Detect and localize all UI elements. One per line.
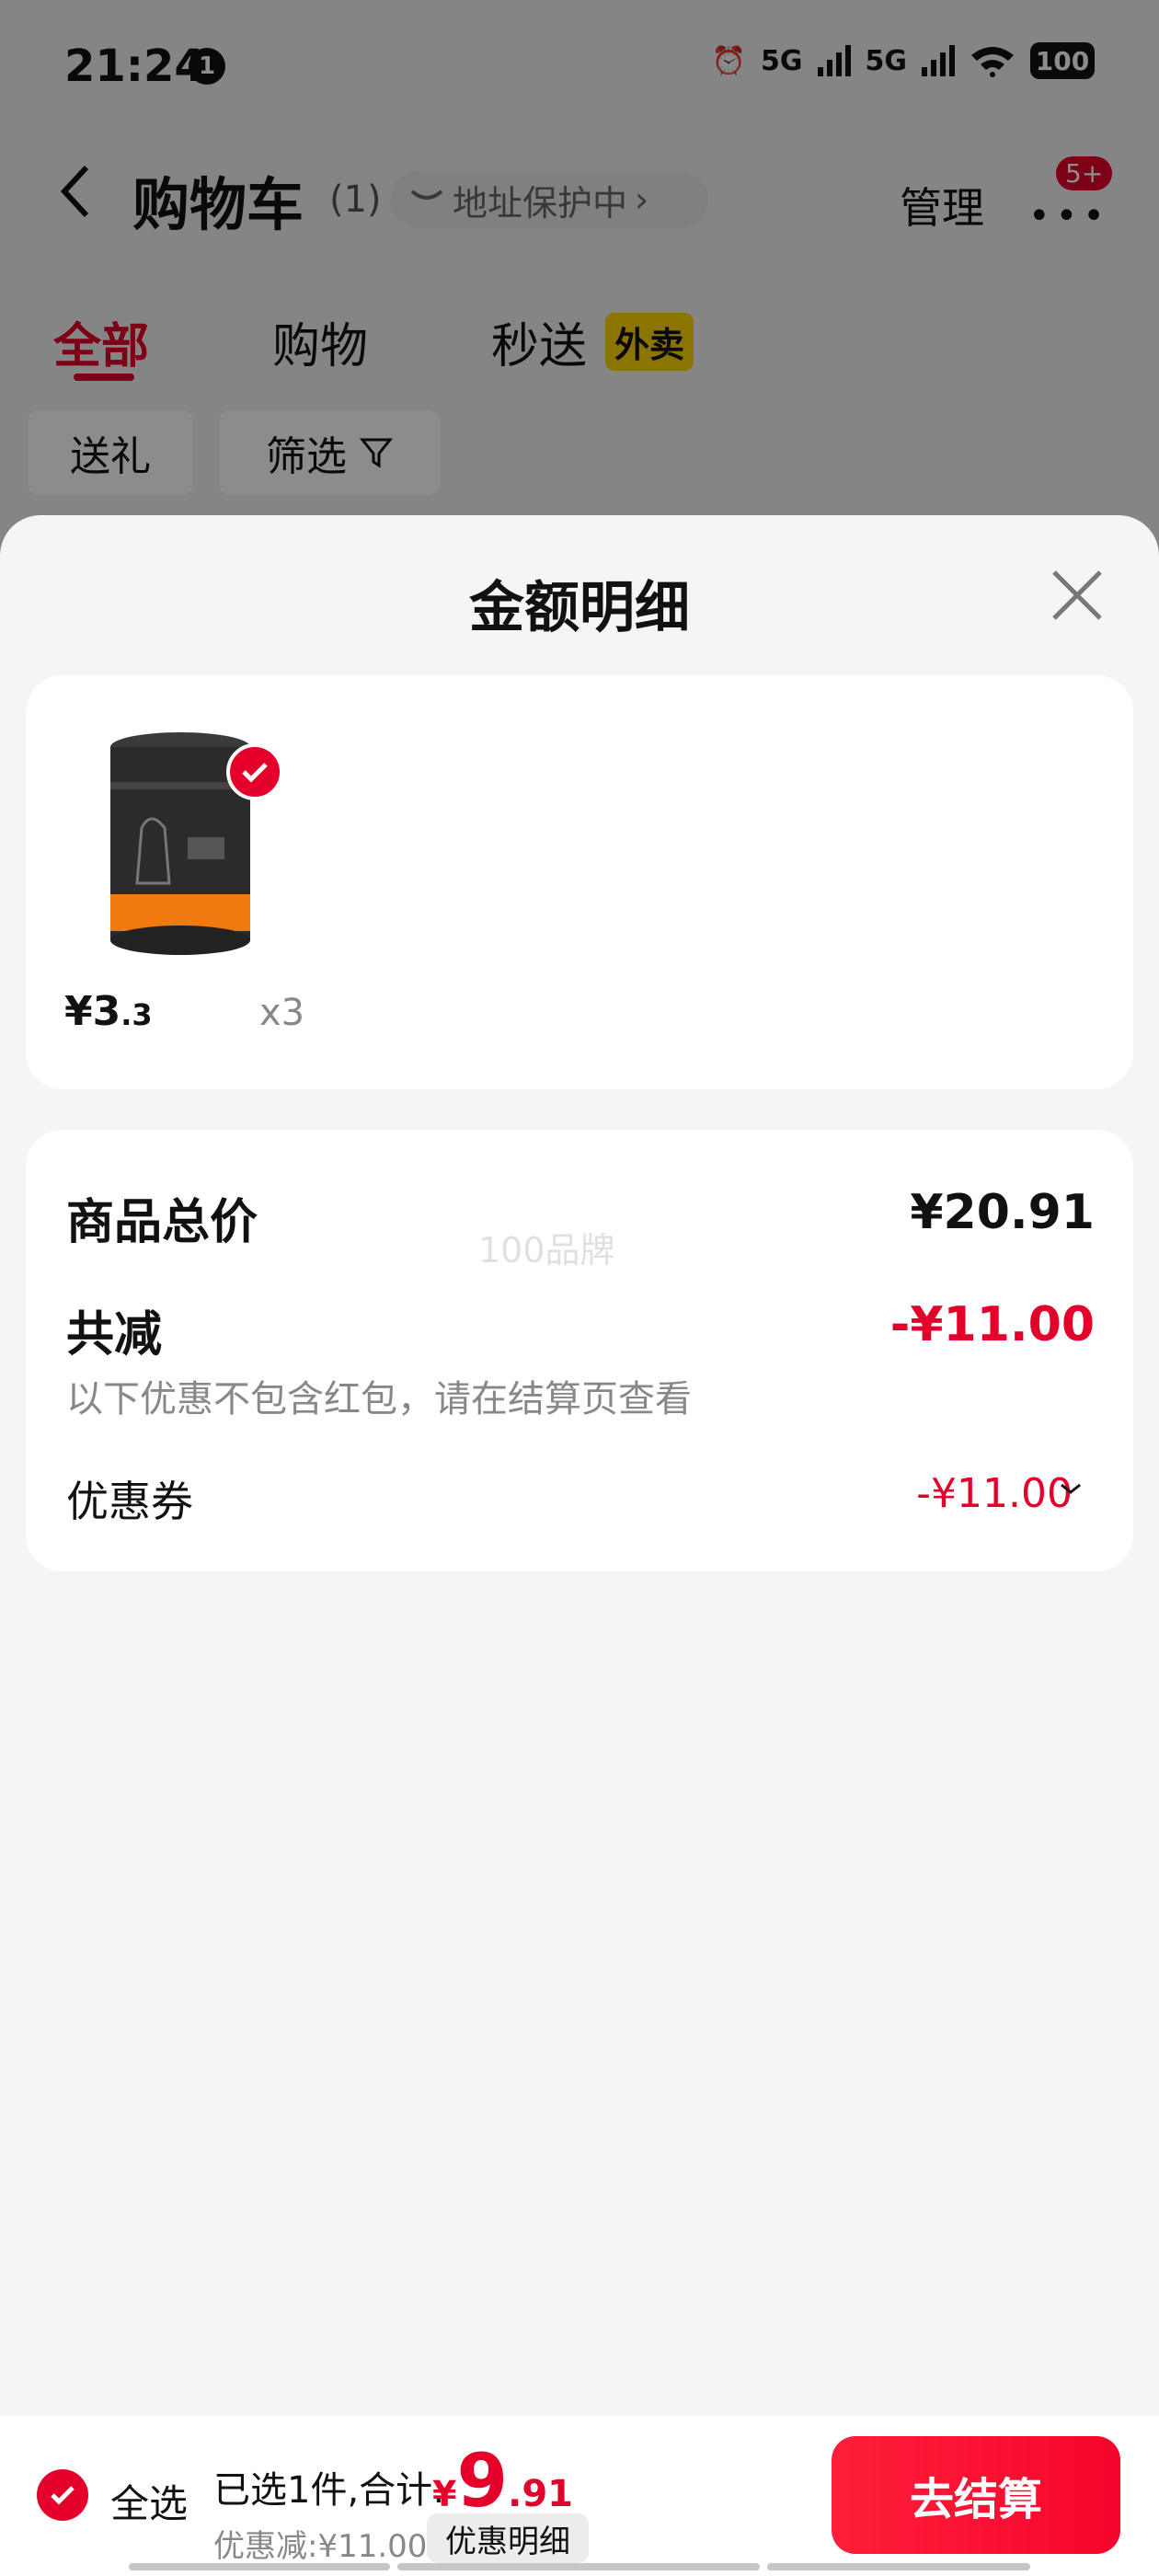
- takeout-tag: 外卖: [605, 313, 694, 371]
- notification-count-icon: 1: [189, 48, 225, 85]
- selection-summary: 已选1件,合计:: [213, 2469, 445, 2512]
- total-symbol: ¥: [432, 2474, 457, 2514]
- product-selected-check-icon[interactable]: [226, 743, 283, 800]
- discount-value: -¥11.00: [889, 1297, 1095, 1352]
- back-arrow-icon[interactable]: [57, 164, 94, 219]
- shield-icon: [410, 190, 443, 200]
- gift-chip[interactable]: 送礼: [28, 410, 193, 495]
- alarm-icon: ⏰: [711, 44, 746, 77]
- more-badge: 5+: [1056, 156, 1113, 190]
- page-title: 购物车: [132, 171, 304, 238]
- battery-icon: 100: [1030, 42, 1095, 79]
- filter-chip[interactable]: 筛选: [219, 410, 440, 495]
- discount-summary: 优惠减:¥11.00: [213, 2528, 428, 2565]
- select-all-label[interactable]: 全选: [110, 2473, 188, 2529]
- filter-label: 筛选: [266, 433, 347, 480]
- total-price-value: ¥20.91: [910, 1185, 1095, 1240]
- tab-instant-delivery[interactable]: 秒送: [491, 307, 587, 376]
- discount-note: 以下优惠不包含红包，请在结算页查看: [66, 1378, 692, 1420]
- checkout-button[interactable]: 去结算: [832, 2436, 1120, 2554]
- product-quantity: x3: [259, 992, 305, 1034]
- discount-label: 共减: [66, 1307, 163, 1363]
- tab-shopping[interactable]: 购物: [272, 307, 368, 376]
- coupon-value[interactable]: -¥11.00: [916, 1470, 1073, 1517]
- select-all-check-icon[interactable]: [37, 2469, 88, 2521]
- price-symbol: ¥: [64, 988, 93, 1035]
- total-price-label: 商品总价: [66, 1195, 258, 1250]
- discount-detail-button[interactable]: 优惠明细: [427, 2513, 589, 2563]
- manage-button[interactable]: 管理: [900, 175, 984, 236]
- signal-bars-icon-2: [922, 45, 955, 76]
- tab-all[interactable]: 全部: [53, 307, 149, 376]
- gesture-bar-left: [129, 2563, 390, 2570]
- gesture-bar-right: [767, 2563, 1030, 2570]
- total-amount: ¥9.91: [432, 2438, 573, 2524]
- gesture-bar-center: [397, 2563, 760, 2570]
- price-int: 3: [92, 988, 121, 1035]
- sheet-title: 金额明细: [469, 576, 690, 640]
- total-dec: .91: [508, 2473, 573, 2515]
- product-price: ¥3.3: [64, 988, 153, 1035]
- coupon-label[interactable]: 优惠券: [66, 1468, 193, 1529]
- signal-bars-icon-1: [817, 45, 851, 76]
- watermark-text: 100品牌: [478, 1230, 615, 1271]
- total-int: 9: [456, 2438, 509, 2524]
- cart-count: (1): [329, 178, 382, 221]
- status-icons: ⏰ 5G 5G 100: [712, 42, 1095, 79]
- signal-5g-label-1: 5G: [761, 44, 803, 77]
- close-icon[interactable]: [1049, 567, 1106, 624]
- filter-funnel-icon: [360, 438, 393, 468]
- chevron-down-icon[interactable]: [1058, 1476, 1084, 1501]
- address-protection-pill[interactable]: 地址保护中 ›: [390, 171, 708, 228]
- tab-underline: [74, 374, 134, 381]
- signal-5g-label-2: 5G: [865, 44, 908, 77]
- more-icon[interactable]: •••: [1028, 195, 1110, 237]
- chevron-right-icon: ›: [635, 179, 649, 220]
- address-protection-label: 地址保护中: [453, 182, 628, 224]
- price-dec: .3: [120, 997, 153, 1032]
- wifi-icon: [971, 47, 1014, 77]
- status-time: 21:24: [64, 40, 205, 92]
